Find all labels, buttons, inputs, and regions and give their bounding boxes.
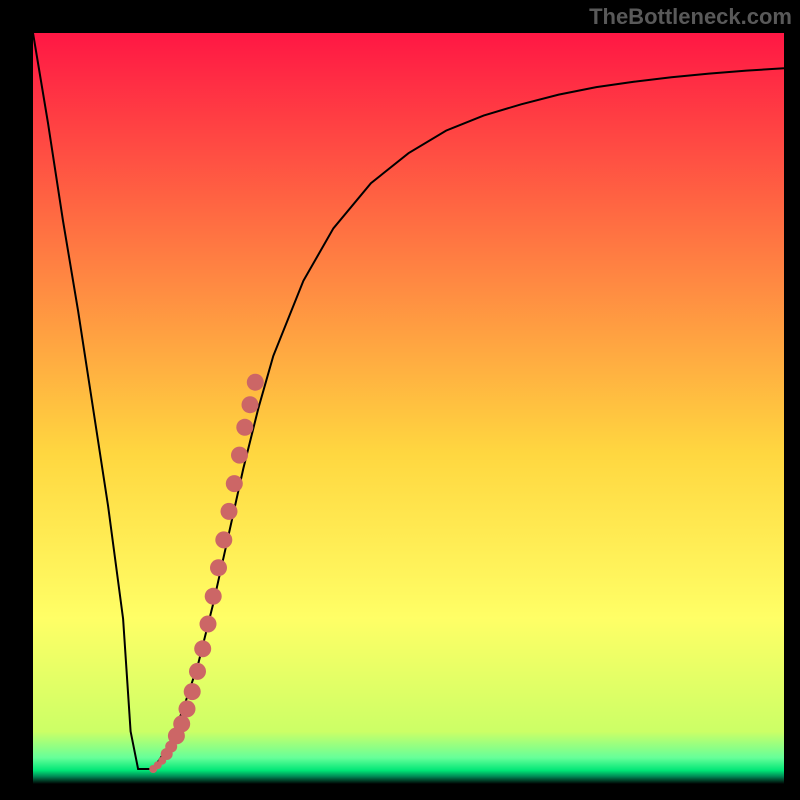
marker-dot bbox=[200, 616, 217, 633]
marker-dot bbox=[226, 475, 243, 492]
marker-dot bbox=[189, 663, 206, 680]
marker-dot bbox=[179, 700, 196, 717]
marker-dot bbox=[247, 374, 264, 391]
curve-layer bbox=[33, 33, 784, 784]
marker-dot bbox=[184, 683, 201, 700]
watermark-text: TheBottleneck.com bbox=[589, 4, 792, 30]
bottleneck-curve bbox=[33, 33, 784, 769]
marker-dot bbox=[221, 503, 238, 520]
highlight-markers bbox=[149, 374, 264, 773]
marker-dot bbox=[205, 588, 222, 605]
marker-dot bbox=[231, 447, 248, 464]
marker-dot bbox=[194, 640, 211, 657]
plot-area bbox=[33, 33, 784, 784]
marker-dot bbox=[210, 559, 227, 576]
marker-dot bbox=[215, 531, 232, 548]
marker-dot bbox=[242, 396, 259, 413]
marker-dot bbox=[173, 715, 190, 732]
marker-dot bbox=[236, 419, 253, 436]
